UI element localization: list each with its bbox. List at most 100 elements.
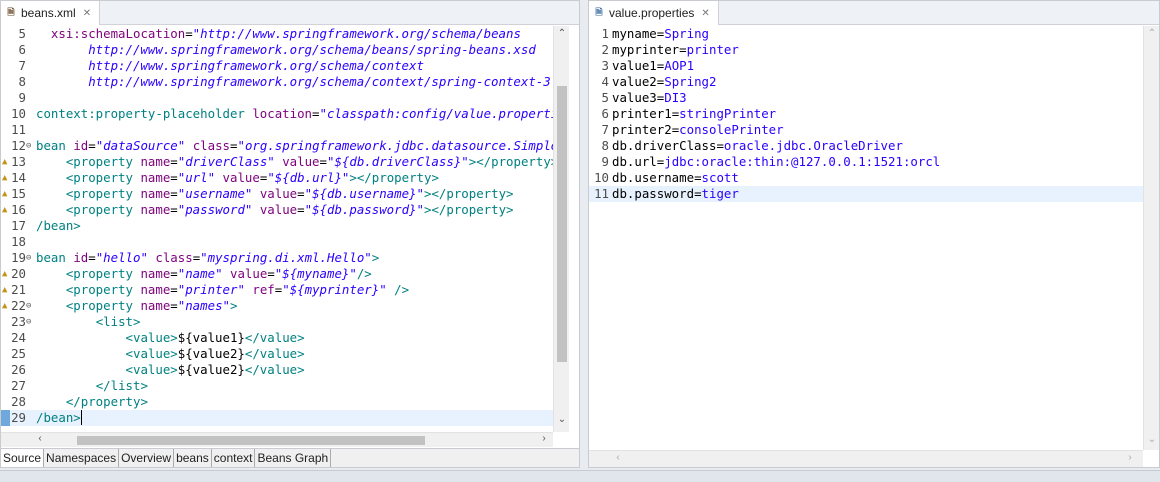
close-icon[interactable]: ✕ [83,8,91,19]
line-number: 10 [11,106,26,121]
line-number: 29 [11,410,26,425]
close-icon[interactable]: ✕ [701,8,709,19]
code-line: 9 [1,90,553,106]
scroll-right-icon[interactable]: › [1123,452,1137,463]
scroll-right-icon[interactable]: › [537,433,551,444]
page-tab-context[interactable]: context [212,449,256,467]
editor-tabbar: 🗎 beans.xml ✕ [1,1,579,25]
code-line: 19 ⊖ bean id="hello" class="myspring.di.xm… [1,250,553,266]
code-line: 12 ⊖ bean id="dataSource" class="org.sprin… [1,138,553,154]
property-line: 3 value1=AOP1 [589,58,1143,74]
property-value: consolePrinter [679,122,784,137]
property-line: 10 db.username=scott [589,170,1143,186]
line-number: 5 [18,26,26,41]
line-number: 14 [11,170,26,185]
property-key: value1 [612,58,657,73]
code-text: <value>${value2}</value> [125,362,305,377]
code-text: <list> [95,314,141,329]
value-properties-editor: 🗎 value.properties ✕ 1 myname=Spring 2 mypr… [588,0,1160,468]
code-line: 5 xsi:schemaLocation="http://www.springf… [1,26,553,42]
tab-value-properties[interactable]: 🗎 value.properties ✕ [589,1,719,25]
line-number: 17 [11,218,26,233]
line-number: 23 [11,314,26,329]
code-line: ▲ 15 <property name="username" value="${d… [1,186,553,202]
fold-toggle-icon[interactable]: ⊖ [26,138,31,154]
code-text: <property name="name" value="${myname}"/… [65,266,372,281]
vertical-scrollbar[interactable]: ⌃ ⌄ [1143,26,1159,450]
line-number: 26 [11,362,26,377]
line-number: 20 [11,266,26,281]
property-key: value2 [612,74,657,89]
page-tab-beans-graph[interactable]: Beans Graph [255,449,332,467]
horizontal-scrollbar[interactable]: ‹ › [589,450,1143,467]
text-cursor [80,410,82,425]
property-value: AOP1 [664,58,695,73]
code-line: 11 [1,122,553,138]
scroll-down-icon[interactable]: ⌄ [555,414,569,425]
line-number: 16 [11,202,26,217]
line-number: 8 [601,138,609,153]
code-text: <property name="printer" ref="${myprinte… [65,282,410,297]
scroll-down-icon[interactable]: ⌄ [1145,434,1159,445]
property-text: value1=AOP1 [612,58,695,73]
code-text: <property name="password" value="${db.pa… [65,202,514,217]
fold-toggle-icon[interactable]: ⊖ [26,314,31,330]
code-text: http://www.springframework.org/schema/be… [36,42,536,57]
property-text: value2=Spring2 [612,74,717,89]
page-tab-overview[interactable]: Overview [119,449,175,467]
code-text: <property name="url" value="${db.url}"><… [65,170,439,185]
line-number: 18 [11,234,26,249]
scroll-up-icon[interactable]: ⌃ [555,28,569,39]
fold-toggle-icon[interactable]: ⊖ [26,250,31,266]
property-value: tiger [701,186,739,201]
property-key: db.password [612,186,695,201]
editor-tabbar: 🗎 value.properties ✕ [589,1,1159,25]
page-tab-namespaces[interactable]: Namespaces [44,449,120,467]
tab-beans-xml[interactable]: 🗎 beans.xml ✕ [1,1,101,25]
line-number: 9 [601,154,609,169]
property-line: 11 db.password=tiger [589,186,1143,202]
horizontal-scrollbar[interactable]: ‹ › [1,432,553,447]
fold-toggle-icon[interactable]: ⊖ [26,298,31,314]
property-text: printer1=stringPrinter [612,106,777,121]
line-number: 12 [11,138,26,153]
properties-text-area[interactable]: 1 myname=Spring 2 myprinter=printer 3 value1=… [589,26,1143,202]
code-line: 7 http://www.springframework.org/schema/… [1,58,553,74]
code-text: <value>${value1}</value> [125,330,305,345]
property-key: printer2 [612,122,672,137]
vertical-scrollbar[interactable]: ⌃ ⌄ [553,26,569,432]
code-line: 23 ⊖ <list> [1,314,553,330]
line-number: 8 [18,74,26,89]
scroll-left-icon[interactable]: ‹ [33,433,47,444]
scroll-thumb[interactable] [557,86,567,362]
line-number: 24 [11,330,26,345]
code-line: 25 <value>${value2}</value> [1,346,553,362]
property-value: jdbc:oracle:thin:@127.0.0.1:1521:orcl [664,154,941,169]
property-value: Spring [664,26,709,41]
line-number: 3 [601,58,609,73]
page-tab-beans[interactable]: beans [174,449,212,467]
line-number: 6 [18,42,26,57]
line-number: 10 [594,170,609,185]
scroll-left-icon[interactable]: ‹ [611,452,625,463]
line-number: 6 [601,106,609,121]
property-key: db.url [612,154,657,169]
property-text: value3=DI3 [612,90,687,105]
line-number: 22 [11,298,26,313]
scroll-thumb-h[interactable] [77,436,425,445]
code-line: 17/bean> [1,218,553,234]
scroll-up-icon[interactable]: ⌃ [1145,28,1159,39]
page-tab-source[interactable]: Source [1,449,45,467]
property-key: printer1 [612,106,672,121]
code-text: /bean> [36,218,81,233]
property-text: printer2=consolePrinter [612,122,784,137]
property-value: oracle.jdbc.OracleDriver [723,138,903,153]
editor-page-tabs: Source Namespaces Overview beans context Bean… [1,448,579,467]
property-key: myname [612,26,657,41]
property-text: myname=Spring [612,26,709,41]
code-text: </list> [95,378,148,393]
property-text: db.password=tiger [612,186,739,201]
property-line: 9 db.url=jdbc:oracle:thin:@127.0.0.1:1521… [589,154,1143,170]
xml-text-area[interactable]: 5 xsi:schemaLocation="http://www.springf… [1,26,553,426]
code-line: ▲ 13 <property name="driverClass" value="… [1,154,553,170]
